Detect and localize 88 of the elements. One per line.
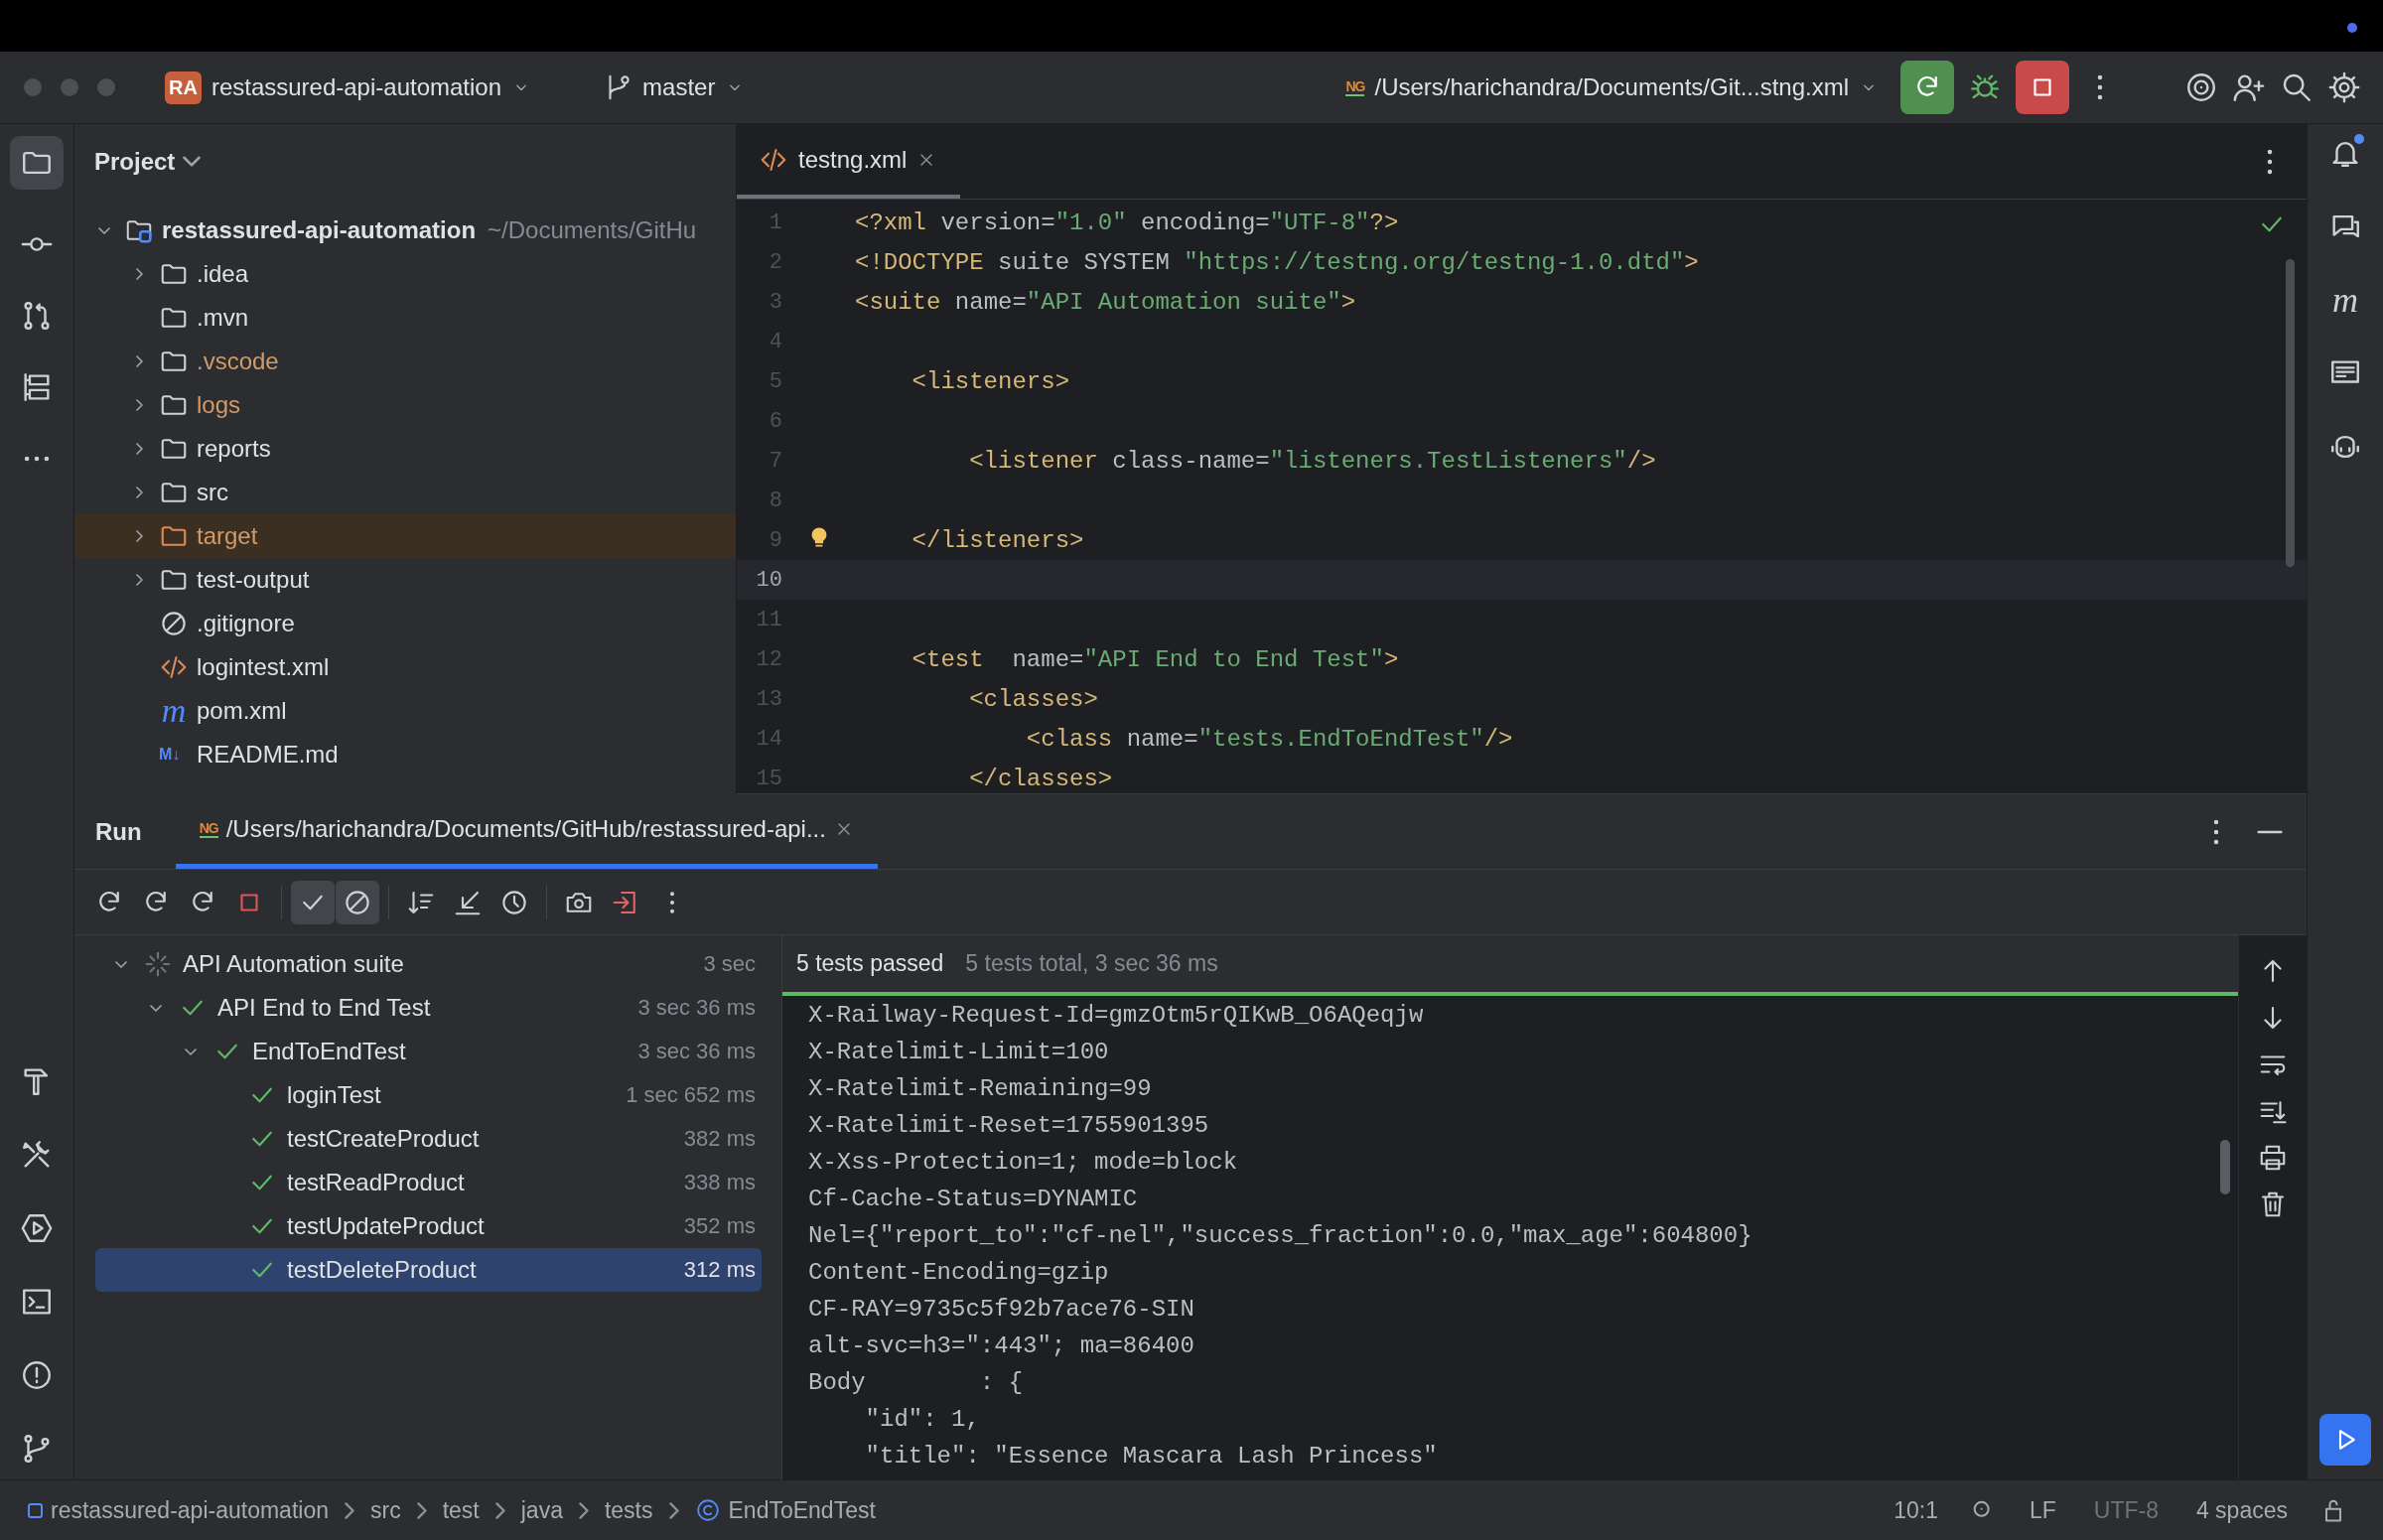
line-number: 10 (755, 567, 782, 593)
code-line: <test name="API End to End Test"> (911, 645, 1399, 673)
tree-item[interactable]: target (74, 514, 736, 558)
breadcrumb[interactable]: src (364, 1496, 407, 1524)
tests-passed-label: 5 tests passed (796, 950, 944, 977)
tree-item[interactable]: test-output (74, 558, 736, 602)
console-line: "id": 1, (864, 1405, 981, 1435)
code-line: <suite name="API Automation suite"> (855, 288, 1356, 316)
code-line: <classes> (968, 685, 1098, 713)
tree-item[interactable]: src (74, 471, 736, 514)
project-tool-button[interactable] (10, 136, 64, 190)
chevron-icon (345, 1501, 354, 1519)
show-ignored-toggle[interactable] (336, 880, 379, 924)
run-tab[interactable]: NG /Users/harichandra/Documents/GitHub/restassured-api... (175, 794, 878, 869)
tree-item[interactable]: .idea (74, 252, 736, 296)
console-line: Nel={"report_to":"cf-nel","success_fraction":0.0,"max_age":604800} (808, 1221, 1753, 1251)
chevron-icon (668, 1501, 679, 1519)
run-config-selector[interactable]: NG /Users/harichandra/Documents/Git...stng.xml (1337, 68, 1887, 107)
cursor-position[interactable]: 10:1 (1880, 1496, 1952, 1524)
test-item[interactable]: EndToEndTest 3 sec 36 ms (95, 1030, 762, 1073)
breadcrumb[interactable]: java (514, 1496, 569, 1524)
code-line: <listeners> (911, 367, 1070, 395)
tree-item[interactable]: logs (74, 383, 736, 427)
maven-icon[interactable]: m (2332, 283, 2358, 317)
status-dot (2347, 23, 2357, 33)
breadcrumb[interactable]: test (436, 1496, 486, 1524)
console-line: Cf-Cache-Status=DYNAMIC (808, 1185, 1139, 1214)
spinner-icon (143, 949, 173, 979)
branch-selector[interactable]: master (595, 67, 754, 108)
line-separator[interactable]: LF (2015, 1496, 2070, 1524)
tree-item[interactable]: M↓ README.md (74, 733, 736, 776)
tree-item[interactable]: reports (74, 427, 736, 471)
code-line: <?xml version="1.0" encoding="UTF-8"?> (855, 209, 1399, 236)
scrollbar[interactable] (2286, 259, 2295, 567)
console-line: X-Railway-Request-Id=gmzOtm5rQIKwB_O6AQeqjw (808, 1001, 1425, 1031)
console-line: alt-svc=h3=":443"; ma=86400 (808, 1331, 1195, 1361)
console-line: X-Xss-Protection=1; mode=block (808, 1148, 1239, 1178)
project-selector[interactable]: RA restassured-api-automation (157, 65, 540, 110)
ignore-file-icon (159, 609, 189, 638)
code-line: <class name="tests.EndToEndTest"/> (1025, 725, 1513, 753)
tree-item[interactable]: restassured-api-automation ~/Documents/GitHu (74, 209, 736, 252)
console-line: CF-RAY=9735c5f92b7ace76-SIN (808, 1295, 1195, 1325)
console-line: Content-Encoding=gzip (808, 1258, 1110, 1288)
test-item[interactable]: testCreateProduct 382 ms (95, 1117, 762, 1161)
run-button[interactable] (2319, 1414, 2371, 1466)
stop-button[interactable] (2016, 61, 2069, 114)
scrollbar[interactable] (2220, 1140, 2230, 1194)
panel-title: Run (95, 817, 142, 846)
tree-item[interactable]: .mvn (74, 296, 736, 340)
console-line: Body : { (808, 1368, 1025, 1398)
console-line: X-Ratelimit-Limit=100 (808, 1038, 1110, 1067)
code-line: <!DOCTYPE suite SYSTEM "https://testng.org/testng-1.0.dtd"> (855, 248, 1699, 276)
breadcrumb[interactable]: tests (598, 1496, 659, 1524)
tree-item[interactable]: .gitignore (74, 602, 736, 645)
breadcrumb[interactable]: EndToEndTest (688, 1496, 882, 1524)
tree-item[interactable]: logintest.xml (74, 645, 736, 689)
console-line: "title": "Essence Mascara Lash Princess" (864, 1442, 1439, 1471)
class-icon (694, 1497, 721, 1523)
maven-file-icon: m (159, 696, 189, 726)
settings-icon[interactable] (2327, 70, 2361, 104)
code-line: </listeners> (911, 526, 1084, 554)
print-icon[interactable] (2258, 1143, 2288, 1173)
tests-total-label: 5 tests total, 3 sec 36 ms (965, 950, 1218, 977)
chevron-icon (416, 1501, 427, 1519)
test-item[interactable]: API Automation suite 3 sec (95, 942, 762, 986)
chevron-icon (183, 156, 202, 167)
run-icon[interactable] (20, 1211, 54, 1245)
test-item[interactable]: API End to End Test 3 sec 36 ms (95, 986, 762, 1030)
tree-item[interactable]: m pom.xml (74, 689, 736, 733)
tree-item[interactable]: .vscode (74, 340, 736, 383)
code-line: </classes> (968, 765, 1113, 792)
chevron-icon (578, 1501, 589, 1519)
editor-tab[interactable]: testng.xml (737, 124, 961, 199)
chevron-icon (494, 1501, 505, 1519)
test-item[interactable]: testUpdateProduct 352 ms (95, 1204, 762, 1248)
show-passed-toggle[interactable] (291, 880, 335, 924)
code-line: <listener class-name="listeners.TestListeners"/> (968, 447, 1656, 475)
console-line: X-Ratelimit-Reset=1755901395 (808, 1111, 1210, 1141)
test-item[interactable]: testReadProduct 338 ms (95, 1161, 762, 1204)
test-item[interactable]: testDeleteProduct 312 ms (95, 1248, 762, 1292)
rerun-button[interactable] (1900, 61, 1954, 114)
panel-title[interactable]: Project (94, 147, 176, 176)
problems-icon[interactable] (20, 1358, 54, 1392)
markdown-file-icon: M↓ (159, 746, 189, 764)
indent-setting[interactable]: 4 spaces (2181, 1496, 2302, 1524)
breadcrumb[interactable]: restassured-api-automation (22, 1496, 335, 1524)
test-item[interactable]: loginTest 1 sec 652 ms (95, 1073, 762, 1117)
console-line: X-Ratelimit-Remaining=99 (808, 1074, 1153, 1104)
